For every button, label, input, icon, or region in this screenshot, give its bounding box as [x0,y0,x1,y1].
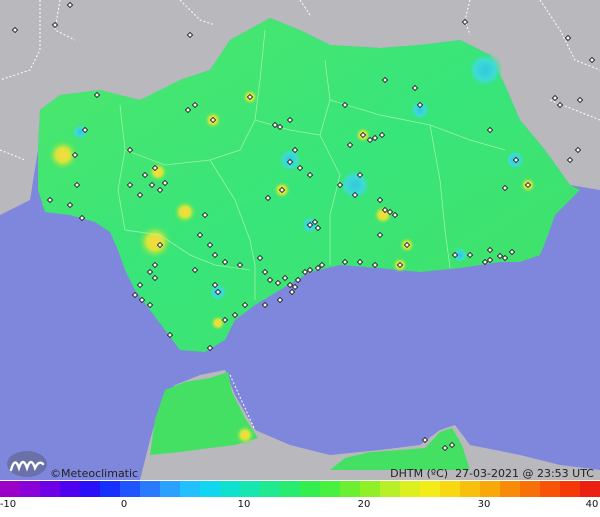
scale-swatch [20,481,41,497]
scale-swatch [0,481,21,497]
scale-swatch [40,481,61,497]
scale-swatch [580,481,600,497]
variable-label: DHTM (ºC) [390,467,449,480]
scale-swatch [140,481,161,497]
scale-swatch [340,481,361,497]
scale-swatch [320,481,341,497]
scale-tick-label: 30 [477,499,491,510]
temperature-color-scale [0,481,600,497]
scale-swatch [360,481,381,497]
scale-swatch [60,481,81,497]
scale-swatch [280,481,301,497]
scale-swatch [540,481,561,497]
scale-swatch [560,481,581,497]
scale-swatch [520,481,541,497]
scale-swatch [400,481,421,497]
scale-swatch [240,481,261,497]
scale-swatch [380,481,401,497]
scale-swatch [120,481,141,497]
scale-swatch [420,481,441,497]
timestamp-label: 27-03-2021 @ 23:53 UTC [455,467,594,480]
meteoclimatic-logo [7,451,47,477]
scale-swatch [100,481,121,497]
scale-tick-label: 0 [120,499,128,510]
scale-tick-label: 40 [585,499,599,510]
scale-tick-label: 20 [357,499,371,510]
brand-label: ©Meteoclimatic [50,467,139,480]
scale-swatch [260,481,281,497]
variable-timestamp-label: DHTM (ºC) 27-03-2021 @ 23:53 UTC [390,467,594,480]
scale-swatch [500,481,521,497]
scale-swatch [200,481,221,497]
scale-swatch [220,481,241,497]
scale-swatch [300,481,321,497]
scale-swatch [180,481,201,497]
weather-map: ©Meteoclimatic DHTM (ºC) 27-03-2021 @ 23… [0,0,600,517]
scale-swatch [480,481,501,497]
scale-swatch [440,481,461,497]
scale-tick-label: 10 [237,499,251,510]
map-canvas [0,0,600,480]
scale-swatch [80,481,101,497]
scale-swatch [460,481,481,497]
scale-tick-label: -10 [0,499,17,510]
scale-swatch [160,481,181,497]
